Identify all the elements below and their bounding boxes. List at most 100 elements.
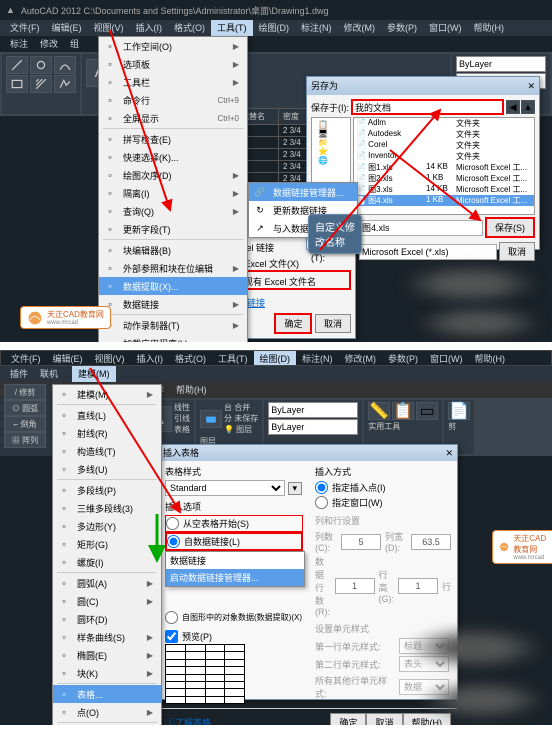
menu-文件(F)[interactable]: 文件(F) [5, 351, 47, 365]
file-row[interactable]: 📄 Adlm文件夹 [354, 118, 534, 129]
menu-item[interactable]: ▫命令行Ctrl+9 [99, 91, 247, 109]
menu-标注(N)[interactable]: 标注(N) [296, 351, 339, 365]
menu-item[interactable]: ▫工具栏▶ [99, 73, 247, 91]
menu-编辑(E)[interactable]: 编辑(E) [46, 20, 88, 36]
ins-window[interactable] [315, 496, 328, 509]
place-favorites[interactable]: ⭐ [314, 147, 348, 156]
menu-修改(M)[interactable]: 修改(M) [338, 20, 382, 36]
menu-item[interactable]: ▫表格... [53, 685, 161, 703]
cancel-button[interactable]: 取消 [315, 314, 351, 333]
menu-item[interactable]: ▫工作空间(O)▶ [99, 37, 247, 55]
layer-combo[interactable] [456, 56, 546, 72]
menu-窗口(W)[interactable]: 窗口(W) [424, 351, 469, 365]
tab-annotate[interactable]: 标注 [4, 36, 34, 52]
app-menubar[interactable]: 文件(F)编辑(E)视图(V)插入(I)格式(O)工具(T)绘图(D)标注(N)… [0, 350, 552, 366]
rows-input[interactable] [335, 578, 375, 594]
arc-button[interactable] [54, 56, 76, 74]
menu-格式(O)[interactable]: 格式(O) [169, 351, 212, 365]
menu-item[interactable]: ▫多边形(Y) [53, 517, 161, 535]
menu-item[interactable]: ▫直线(L) [53, 406, 161, 424]
cols-input[interactable] [341, 534, 381, 550]
hatch-button[interactable] [30, 75, 52, 93]
place-history[interactable]: 📋 [314, 120, 348, 129]
ins-point[interactable] [315, 481, 328, 494]
menu-item[interactable]: ▫查询(Q)▶ [99, 202, 247, 220]
menu-窗口(W)[interactable]: 窗口(W) [423, 20, 468, 36]
menu-item[interactable]: ▫全屏显示Ctrl+0 [99, 109, 247, 127]
up-icon[interactable]: ▲ [521, 100, 535, 114]
menu-item[interactable]: ▫隔离(I)▶ [99, 184, 247, 202]
cancel-button[interactable]: 取消 [499, 242, 535, 261]
filetype-combo[interactable] [359, 244, 497, 260]
menu-修改(M)[interactable]: 修改(M) [339, 351, 383, 365]
menu-item[interactable]: ▫圆环(D) [53, 610, 161, 628]
file-row[interactable]: 📄 Corel文件夹 [354, 140, 534, 151]
place-ftp[interactable]: 🌐 [314, 156, 348, 165]
tab-modify[interactable]: 修改 [34, 36, 64, 52]
file-row[interactable]: 📄 图1.xls14 KBMicrosoft Excel 工... [354, 162, 534, 173]
layer-props-button[interactable] [200, 410, 222, 428]
menu-item[interactable]: ▫样条曲线(S)▶ [53, 628, 161, 646]
file-list[interactable]: 📄 Adlm文件夹📄 Autodesk文件夹📄 Corel文件夹📄 Invent… [353, 117, 535, 215]
file-row[interactable]: 📄 Autodesk文件夹 [354, 129, 534, 140]
tab-group[interactable]: 组 [64, 36, 85, 52]
menu-item[interactable]: ▫多线(U) [53, 460, 161, 478]
preview-chk[interactable] [165, 630, 178, 643]
back-icon[interactable]: ◀ [506, 100, 520, 114]
menu-item[interactable]: ▫多段线(P) [53, 481, 161, 499]
submenu-head[interactable]: 建模(M) [72, 366, 116, 382]
tab-online[interactable]: 联机 [34, 366, 64, 382]
menu-item[interactable]: ▫构造线(T) [53, 442, 161, 460]
menu-item[interactable]: ▫块(K)▶ [53, 664, 161, 682]
menu-item[interactable]: ▫数据链接▶ [99, 295, 247, 313]
style-combo[interactable]: Standard [165, 480, 285, 496]
menu-item[interactable]: ▫圆弧(A)▶ [53, 574, 161, 592]
menu-工具(T)[interactable]: 工具(T) [211, 20, 253, 36]
menu-item[interactable]: ▫选项板▶ [99, 55, 247, 73]
measure-button[interactable]: 📏 [368, 402, 390, 420]
ok-button[interactable]: 确定 [274, 313, 312, 334]
submenu-datalink[interactable]: 数据链接 [166, 552, 304, 569]
circle-button[interactable] [30, 56, 52, 74]
tab-help[interactable]: 帮助(H) [170, 382, 213, 398]
menu-参数(P)[interactable]: 参数(P) [382, 351, 424, 365]
menu-参数(P)[interactable]: 参数(P) [381, 20, 423, 36]
menu-item[interactable]: ▫数据提取(X)... [99, 277, 247, 295]
submenu-launch-mgr[interactable]: 启动数据链接管理器... [166, 569, 304, 586]
rowh-input[interactable] [398, 578, 438, 594]
menu-item[interactable]: ▫绘图次序(D)▶ [99, 166, 247, 184]
menu-item[interactable]: ▫快速选择(K)... [99, 148, 247, 166]
menu-item[interactable]: ▫建模(M)▶ [53, 385, 161, 403]
menu-插入(I)[interactable]: 插入(I) [130, 20, 169, 36]
menu-视图(V)[interactable]: 视图(V) [89, 351, 131, 365]
close-icon[interactable]: ✕ [527, 77, 535, 95]
line-button[interactable] [6, 56, 28, 74]
ok-button[interactable]: 确定 [330, 713, 366, 725]
colw-input[interactable] [411, 534, 451, 550]
menu-item[interactable]: ▫点(O)▶ [53, 703, 161, 721]
rect-button[interactable] [6, 75, 28, 93]
menu-item[interactable]: ▫加载应用程序(L)... [99, 334, 247, 342]
file-row[interactable]: 📄 Inventor文件夹 [354, 151, 534, 162]
close-icon[interactable]: ✕ [445, 445, 453, 461]
bylayer-combo-1[interactable] [268, 402, 358, 418]
menu-item[interactable]: ▫动作录制器(T)▶ [99, 316, 247, 334]
menu-绘图(D)[interactable]: 绘图(D) [254, 351, 297, 365]
menu-item[interactable]: ▫更新字段(T) [99, 220, 247, 238]
file-row[interactable]: 📄 图2.xls1 KBMicrosoft Excel 工... [354, 173, 534, 184]
opt-extract[interactable] [165, 611, 178, 624]
file-row[interactable]: 📄 图4.xls1 KBMicrosoft Excel 工... [354, 195, 534, 206]
save-button[interactable]: 保存(S) [485, 217, 535, 238]
tool-fillet[interactable]: ⌐ 倒角 [4, 416, 46, 432]
menu-item[interactable]: ▫螺旋(I) [53, 553, 161, 571]
polyline-button[interactable] [54, 75, 76, 93]
tab-plugins[interactable]: 插件 [4, 366, 34, 382]
menu-文件(F)[interactable]: 文件(F) [4, 20, 46, 36]
menu-item[interactable]: ▫矩形(G) [53, 535, 161, 553]
style-new-button[interactable]: ▾ [288, 482, 303, 495]
bylayer-combo-2[interactable] [268, 419, 358, 435]
place-desktop[interactable]: 🖥 [314, 129, 348, 138]
menu-帮助(H)[interactable]: 帮助(H) [468, 20, 511, 36]
menu-视图(V)[interactable]: 视图(V) [88, 20, 130, 36]
tool-circle[interactable]: ⊙ 圆弧 [4, 400, 46, 416]
